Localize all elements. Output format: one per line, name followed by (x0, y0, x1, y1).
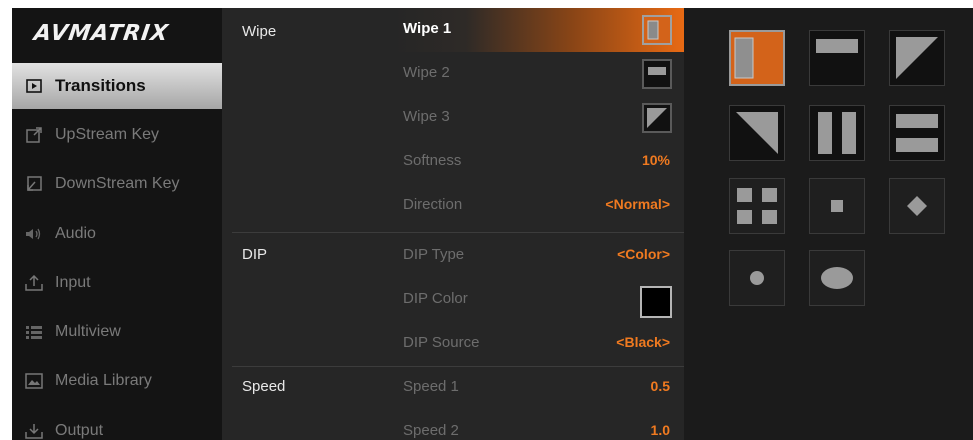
wipe-pattern-diagonal-top-right[interactable] (889, 30, 945, 86)
divider (232, 232, 684, 233)
dip-color-swatch[interactable] (640, 286, 672, 318)
upstream-key-icon (24, 125, 44, 145)
wipe2-thumbnail (642, 59, 672, 89)
audio-icon (24, 224, 44, 244)
wipe-pattern-double-vertical-bar[interactable] (809, 105, 865, 161)
sidebar: AVMATRIX Transitions UpStream Key DownSt… (12, 8, 248, 440)
sidebar-item-multiview[interactable]: Multiview (12, 309, 222, 355)
sidebar-item-downstream-key[interactable]: DownStream Key (12, 161, 222, 207)
wipe1-row[interactable]: Wipe 1 (393, 8, 684, 52)
speed2-row[interactable]: Speed 2 1.0 (393, 410, 684, 440)
category-wipe: Wipe (242, 23, 277, 40)
speed2-label: Speed 2 (403, 422, 459, 439)
sidebar-item-label: Multiview (55, 323, 121, 340)
dip-type-label: DIP Type (403, 246, 465, 263)
wipe3-label: Wipe 3 (403, 108, 450, 125)
output-icon (24, 421, 44, 440)
downstream-key-icon (24, 174, 44, 194)
category-dip: DIP (242, 246, 268, 263)
wipe-pattern-center-square[interactable] (809, 178, 865, 234)
softness-row[interactable]: Softness 10% (393, 140, 684, 184)
sidebar-item-label: Input (55, 274, 91, 291)
wipe3-row[interactable]: Wipe 3 (393, 96, 684, 140)
wipe3-thumbnail (642, 103, 672, 133)
dip-source-row[interactable]: DIP Source <Black> (393, 322, 684, 366)
speed2-value: 1.0 (650, 422, 670, 438)
speed1-value: 0.5 (650, 378, 670, 394)
brand-logo: AVMATRIX (32, 21, 171, 46)
wipe2-row[interactable]: Wipe 2 (393, 52, 684, 96)
wipe-pattern-vertical-split[interactable] (729, 30, 785, 86)
direction-value: <Normal> (605, 196, 670, 212)
sidebar-item-label: Audio (55, 225, 96, 242)
sidebar-item-audio[interactable]: Audio (12, 211, 222, 257)
transition-settings-panel: Wipe DIP Speed Wipe 1 Wipe 2 Wipe 3 Soft… (222, 8, 684, 440)
sidebar-item-input[interactable]: Input (12, 260, 222, 306)
category-speed: Speed (242, 378, 286, 395)
sidebar-item-label: Output (55, 422, 104, 439)
dip-type-row[interactable]: DIP Type <Color> (393, 234, 684, 278)
speed1-row[interactable]: Speed 1 0.5 (393, 366, 684, 410)
sidebar-item-label: Media Library (55, 372, 152, 389)
app-window: AVMATRIX Transitions UpStream Key DownSt… (12, 8, 973, 440)
wipe-pattern-double-horizontal-bar[interactable] (889, 105, 945, 161)
sidebar-item-label: UpStream Key (55, 126, 160, 143)
wipe-pattern-horizontal-bar[interactable] (809, 30, 865, 86)
wipe-pattern-grid (684, 8, 973, 440)
sidebar-item-transitions[interactable]: Transitions (12, 63, 248, 109)
softness-value: 10% (641, 152, 670, 168)
dip-color-row[interactable]: DIP Color (393, 278, 684, 322)
wipe2-label: Wipe 2 (403, 64, 450, 81)
wipe-pattern-diamond[interactable] (889, 178, 945, 234)
sidebar-item-upstream-key[interactable]: UpStream Key (12, 112, 222, 158)
dip-source-label: DIP Source (403, 334, 480, 351)
direction-row[interactable]: Direction <Normal> (393, 184, 684, 228)
wipe1-label: Wipe 1 (403, 20, 452, 37)
wipe1-thumbnail (642, 15, 672, 45)
sidebar-item-label: DownStream Key (55, 175, 180, 192)
transitions-icon (24, 76, 44, 96)
direction-label: Direction (403, 196, 463, 213)
sidebar-item-media-library[interactable]: Media Library (12, 358, 222, 404)
dip-source-value: <Black> (616, 334, 670, 350)
sidebar-item-label: Transitions (55, 76, 146, 95)
softness-label: Softness (403, 152, 462, 169)
wipe-pattern-ellipse[interactable] (809, 250, 865, 306)
wipe-pattern-circle[interactable] (729, 250, 785, 306)
multiview-icon (24, 322, 44, 342)
speed1-label: Speed 1 (403, 378, 459, 395)
dip-type-value: <Color> (617, 246, 670, 262)
dip-color-label: DIP Color (403, 290, 468, 307)
media-library-icon (24, 371, 44, 391)
input-icon (24, 273, 44, 293)
wipe-pattern-four-squares[interactable] (729, 178, 785, 234)
wipe-pattern-diagonal-bottom-left[interactable] (729, 105, 785, 161)
sidebar-item-output[interactable]: Output (12, 408, 222, 440)
